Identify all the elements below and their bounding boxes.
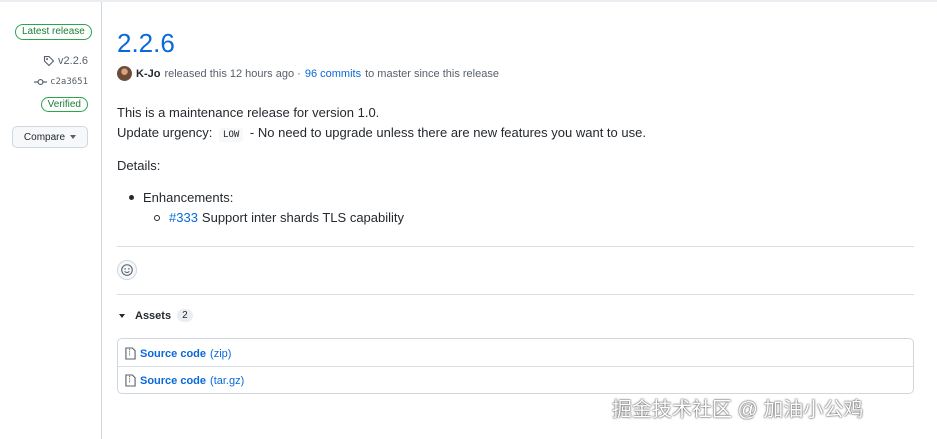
urgency-code: LOW xyxy=(219,128,244,142)
chevron-down-icon xyxy=(70,135,77,139)
asset-ext: (tar.gz) xyxy=(210,374,245,387)
tag-icon xyxy=(43,55,55,67)
compare-button[interactable]: Compare xyxy=(12,126,88,148)
released-text: released this 12 hours ago · xyxy=(164,67,301,80)
asset-name: Source code xyxy=(140,347,207,360)
file-zip-icon xyxy=(125,347,136,360)
release-byline: K-Jo released this 12 hours ago · 96 com… xyxy=(117,66,499,81)
file-zip-icon xyxy=(125,374,136,387)
latest-release-badge: Latest release xyxy=(15,24,92,40)
tag-link[interactable]: v2.2.6 xyxy=(43,55,88,67)
commit-sha: c2a3651 xyxy=(50,77,88,87)
add-reaction-button[interactable] xyxy=(117,260,137,280)
tag-label: v2.2.6 xyxy=(58,55,88,67)
urgency-prefix: Update urgency: xyxy=(117,125,213,140)
body-line-urgency: Update urgency: LOW - No need to upgrade… xyxy=(117,125,646,142)
assets-toggle[interactable]: Assets 2 xyxy=(119,309,193,322)
commits-link[interactable]: 96 commits xyxy=(305,68,361,80)
assets-list: Source code (zip) Source code (tar.gz) xyxy=(117,338,914,394)
watermark: 掘金技术社区 @ 加油小公鸡 xyxy=(612,399,864,421)
assets-count: 2 xyxy=(177,309,193,322)
bullet-circle xyxy=(154,214,160,221)
sub-bullet-text: Support inter shards TLS capability xyxy=(201,210,405,225)
compare-label: Compare xyxy=(23,131,66,143)
assets-label: Assets xyxy=(135,309,172,322)
author-link[interactable]: K-Jo xyxy=(136,68,160,80)
bullet-label: Enhancements: xyxy=(143,190,234,205)
urgency-suffix: - No need to upgrade unless there are ne… xyxy=(249,125,646,140)
divider xyxy=(117,246,914,247)
details-heading: Details: xyxy=(117,158,161,173)
asset-source-zip[interactable]: Source code (zip) xyxy=(125,340,231,367)
caret-down-icon xyxy=(119,313,125,318)
commit-icon xyxy=(34,78,48,86)
release-sidebar: Latest release v2.2.6 c2a3651 Verified C… xyxy=(0,2,102,439)
release-title[interactable]: 2.2.6 xyxy=(117,27,175,59)
commit-link[interactable]: c2a3651 xyxy=(34,77,88,87)
bullet-disc xyxy=(129,195,134,200)
asset-source-targz[interactable]: Source code (tar.gz) xyxy=(125,367,244,394)
divider xyxy=(117,294,914,295)
asset-name: Source code xyxy=(140,374,207,387)
asset-ext: (zip) xyxy=(210,347,232,360)
list-item: Enhancements: xyxy=(129,190,233,205)
issue-link[interactable]: #333 xyxy=(169,210,198,225)
smiley-icon xyxy=(121,264,133,276)
body-line-1: This is a maintenance release for versio… xyxy=(117,105,380,120)
avatar[interactable] xyxy=(117,66,132,81)
verified-badge[interactable]: Verified xyxy=(40,97,88,112)
list-item: #333 Support inter shards TLS capability xyxy=(154,210,404,225)
top-border xyxy=(0,0,937,2)
commits-suffix: to master since this release xyxy=(365,67,499,80)
